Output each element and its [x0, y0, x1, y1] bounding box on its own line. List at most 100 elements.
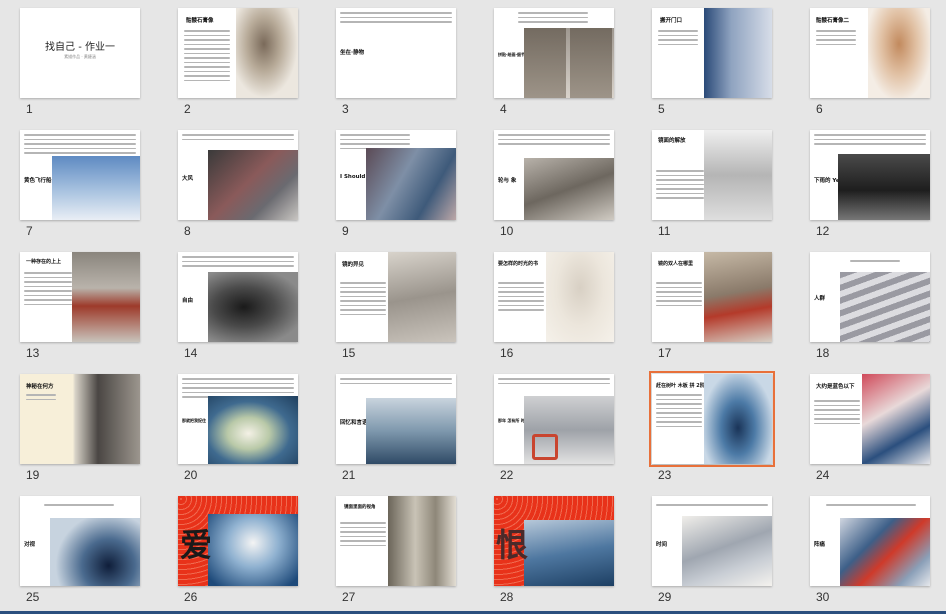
- slide-thumbnail[interactable]: 轮与 象 10: [474, 122, 632, 244]
- slide-title: 黄色飞行船: [24, 178, 52, 184]
- slide-thumbnail[interactable]: 镜的双人在哪里 17: [632, 244, 790, 366]
- slide-number: 30: [816, 590, 830, 604]
- slide-title: I Should: [340, 174, 366, 180]
- slide-number: 26: [184, 590, 198, 604]
- slide-thumbnail[interactable]: 赶在树叶 木板 拼 2阶 23: [632, 366, 790, 488]
- slide-thumbnail[interactable]: 那年 怎有所 时间 22: [474, 366, 632, 488]
- slide-title: 人群: [814, 296, 826, 302]
- slide-preview: 人群: [810, 252, 930, 342]
- artwork-image: [388, 496, 456, 586]
- slide-thumbnail[interactable]: 找自己 - 作业一 素描作品 · 黄婕涵 1: [0, 0, 158, 122]
- slide-thumbnail[interactable]: 下雨的 Yes 12: [790, 122, 946, 244]
- slide-thumbnail[interactable]: 神秘在何方 19: [0, 366, 158, 488]
- slide-number: 2: [184, 102, 191, 116]
- slide-thumbnail[interactable]: 回忆和言语 21: [316, 366, 474, 488]
- slide-thumbnail[interactable]: I Should 9: [316, 122, 474, 244]
- slide-thumbnail[interactable]: 恨 28: [474, 488, 632, 610]
- slide-title: 那就把我捉住: [182, 418, 206, 423]
- slide-preview: 镜面里面的视角: [336, 496, 456, 586]
- slide-number: 29: [658, 590, 672, 604]
- slide-title: 回忆和言语: [340, 420, 368, 426]
- slide-thumbnail[interactable]: 拼贴·绘画·细节 4: [474, 0, 632, 122]
- slide-title: 镜的双人在哪里: [658, 261, 694, 267]
- slide-title: 神秘在何方: [26, 384, 54, 390]
- slide-title: 骷髅石膏像二: [816, 18, 850, 24]
- artwork-image: [208, 272, 298, 342]
- slide-number: 15: [342, 346, 356, 360]
- slide-title: 大风: [182, 176, 194, 182]
- slide-thumbnail[interactable]: 人群 18: [790, 244, 946, 366]
- slide-title: 镜面的解放: [658, 138, 686, 144]
- artwork-image: [50, 518, 140, 586]
- slide-thumbnail[interactable]: 大风 8: [158, 122, 316, 244]
- slide-preview: 轮与 象: [494, 130, 614, 220]
- artwork-image: [840, 272, 930, 342]
- artwork-image: [524, 28, 614, 98]
- slide-thumbnail[interactable]: 搬开门口 5: [632, 0, 790, 122]
- artwork-image: [72, 252, 140, 342]
- slide-title: 时间: [656, 542, 668, 548]
- slide-thumbnail[interactable]: 自由 14: [158, 244, 316, 366]
- artwork-image: [704, 252, 772, 342]
- slide-thumbnail[interactable]: 镜面里面的视角 27: [316, 488, 474, 610]
- slide-thumbnail[interactable]: 阵痛 30: [790, 488, 946, 610]
- slide-number: 24: [816, 468, 830, 482]
- slide-thumbnail[interactable]: 大约是蓝色以下 24: [790, 366, 946, 488]
- slide-preview: 找自己 - 作业一 素描作品 · 黄婕涵: [20, 8, 140, 98]
- slide-preview: 自由: [178, 252, 298, 342]
- artwork-image: [704, 374, 772, 464]
- slide-thumbnail[interactable]: 骷髅石膏像二 6: [790, 0, 946, 122]
- slide-title: 爱: [180, 526, 213, 564]
- slide-thumbnail[interactable]: 爱 26: [158, 488, 316, 610]
- slide-title: 恨: [496, 526, 529, 564]
- slide-thumbnail[interactable]: 黄色飞行船 7: [0, 122, 158, 244]
- slide-preview: 要怎样的时光的书: [494, 252, 614, 342]
- slide-number: 14: [184, 346, 198, 360]
- slide-thumbnail[interactable]: 骷髅石膏像 2: [158, 0, 316, 122]
- slide-preview: 骷髅石膏像: [178, 8, 298, 98]
- slide-preview: 镜的异见: [336, 252, 456, 342]
- slide-title: 拼贴·绘画·细节: [498, 52, 526, 57]
- slide-number: 6: [816, 102, 823, 116]
- slide-title: 大约是蓝色以下: [816, 384, 855, 390]
- slide-number: 19: [26, 468, 40, 482]
- slide-title: 搬开门口: [660, 18, 683, 24]
- slide-number: 7: [26, 224, 33, 238]
- artwork-image: [388, 252, 456, 342]
- artwork-image: [524, 158, 614, 220]
- slide-number: 17: [658, 346, 672, 360]
- slide-thumbnail[interactable]: 坐在·静物 3: [316, 0, 474, 122]
- slide-number: 25: [26, 590, 40, 604]
- slide-number: 28: [500, 590, 514, 604]
- slide-thumbnail[interactable]: 一种存在的上上 13: [0, 244, 158, 366]
- slide-title: 自由: [182, 298, 194, 304]
- artwork-image: [366, 148, 456, 220]
- slide-preview: 那年 怎有所 时间: [494, 374, 614, 464]
- slide-thumbnail[interactable]: 对视 25: [0, 488, 158, 610]
- slide-number: 4: [500, 102, 507, 116]
- artwork-image: [368, 26, 456, 98]
- slide-title: 对视: [24, 542, 36, 548]
- slide-title: 轮与 象: [498, 178, 517, 184]
- slide-preview: 一种存在的上上: [20, 252, 140, 342]
- slide-thumbnail[interactable]: 镜的异见 15: [316, 244, 474, 366]
- slide-preview: 恨: [494, 496, 614, 586]
- slide-thumbnail[interactable]: 镜面的解放 11: [632, 122, 790, 244]
- slide-preview: 阵痛: [810, 496, 930, 586]
- slide-title: 镜的异见: [342, 262, 365, 268]
- slide-preview: 爱: [178, 496, 298, 586]
- slide-preview: 对视: [20, 496, 140, 586]
- slide-thumbnail[interactable]: 时间 29: [632, 488, 790, 610]
- slide-preview: 时间: [652, 496, 772, 586]
- slide-title: 要怎样的时光的书: [498, 261, 539, 267]
- slide-thumbnail[interactable]: 那就把我捉住 20: [158, 366, 316, 488]
- slide-number: 23: [658, 468, 672, 482]
- artwork-image: [52, 156, 140, 220]
- artwork-image: [868, 8, 930, 98]
- slide-title: 一种存在的上上: [26, 259, 62, 265]
- slide-preview: 那就把我捉住: [178, 374, 298, 464]
- artwork-image: [208, 150, 298, 220]
- slide-subtitle: 素描作品 · 黄婕涵: [64, 54, 96, 59]
- artwork-image: [704, 130, 772, 220]
- slide-thumbnail[interactable]: 要怎样的时光的书 16: [474, 244, 632, 366]
